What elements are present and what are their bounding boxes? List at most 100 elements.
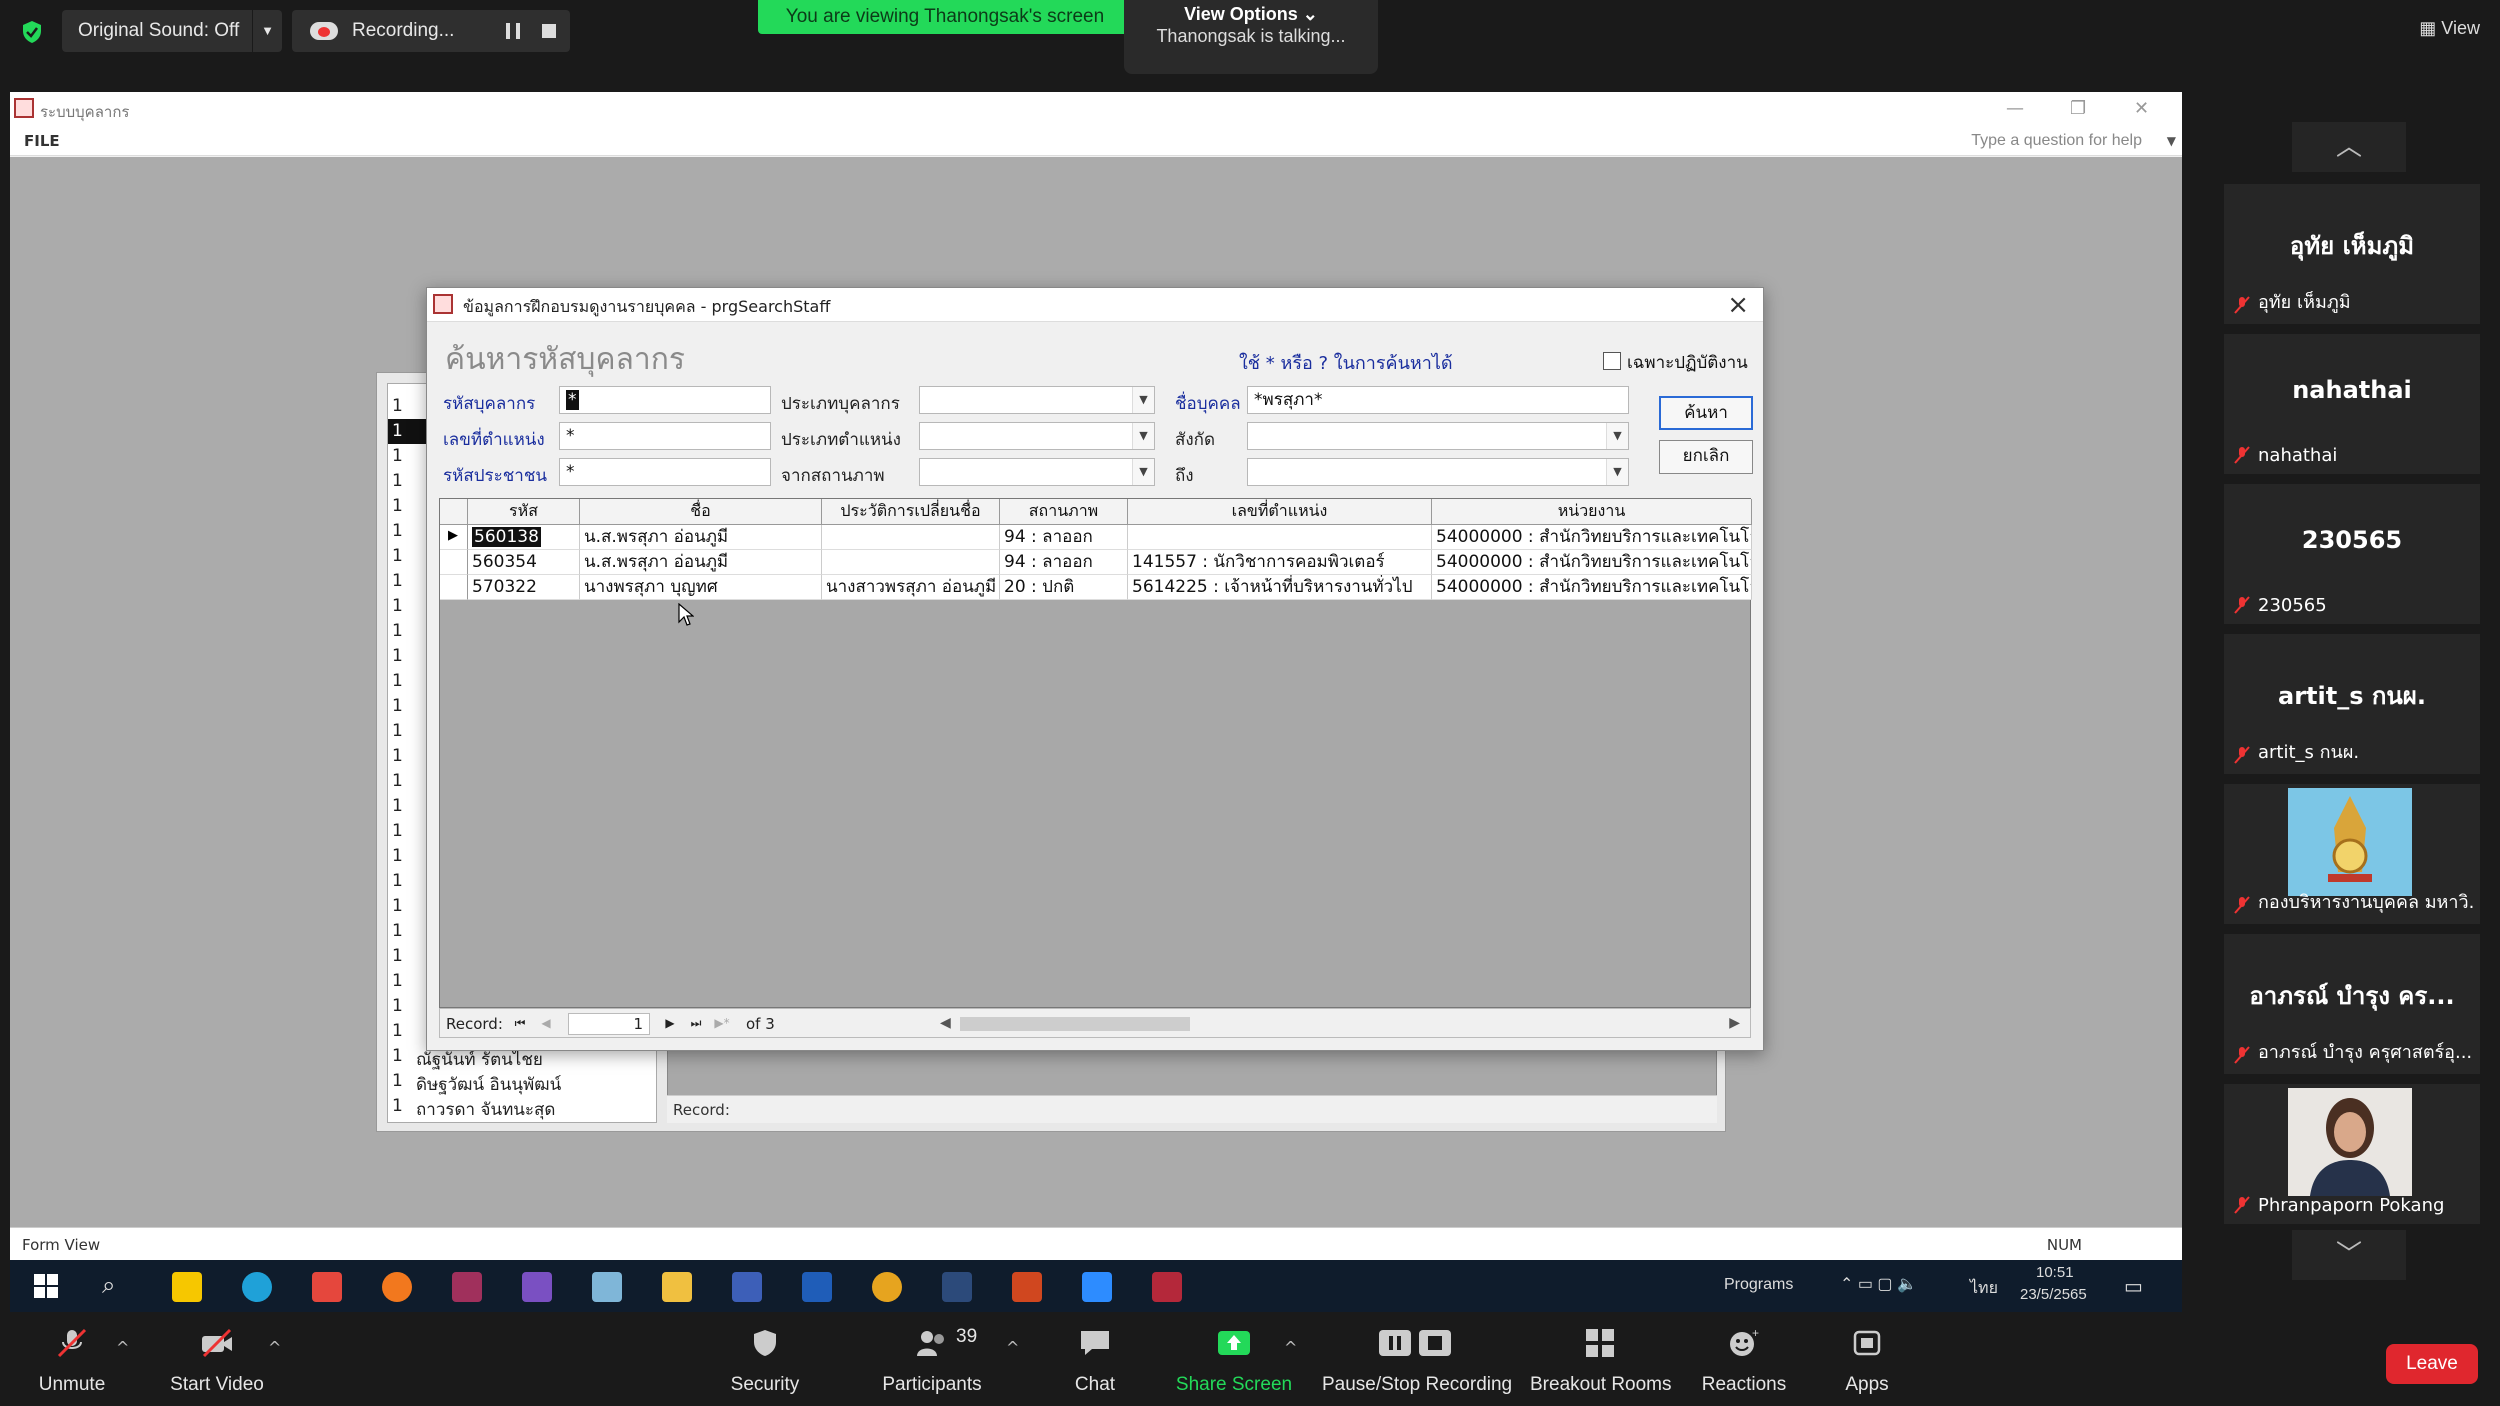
view-options-panel[interactable]: View Options ⌄ Thanongsak is talking... xyxy=(1124,0,1378,74)
background-record-navigator[interactable]: Record: xyxy=(667,1095,1717,1123)
notification-icon[interactable]: ▭ xyxy=(2124,1274,2143,1299)
position-no-input[interactable]: * xyxy=(559,422,771,450)
cancel-button[interactable]: ยกเลิก xyxy=(1659,440,1753,474)
participant-tile[interactable]: nahathai nahathai xyxy=(2224,334,2480,474)
chevron-up-icon[interactable]: ^ xyxy=(1006,1338,1019,1357)
column-header[interactable]: สถานภาพ xyxy=(1000,499,1128,525)
table-cell[interactable]: 94 : ลาออก xyxy=(1000,525,1128,550)
search-icon[interactable]: ⌕ xyxy=(102,1272,115,1300)
table-cell[interactable]: น.ส.พรสุภา อ่อนภูมี xyxy=(580,550,822,575)
person-name-input[interactable]: *พรสุภา* xyxy=(1247,386,1629,414)
firefox-icon[interactable] xyxy=(382,1272,412,1302)
chevron-right-icon[interactable]: ▶ xyxy=(1729,1015,1740,1031)
staff-code-input[interactable]: * xyxy=(559,386,771,414)
file-menu[interactable]: FILE xyxy=(24,132,60,150)
start-video-button[interactable]: Start Video xyxy=(160,1312,274,1406)
from-status-select[interactable]: ▼ xyxy=(919,458,1155,486)
reactions-button[interactable]: + Reactions xyxy=(1694,1312,1794,1406)
language-indicator[interactable]: ไทย xyxy=(1970,1276,1998,1301)
participants-button[interactable]: 39 Participants xyxy=(870,1312,994,1406)
participant-tile[interactable]: 230565 230565 xyxy=(2224,484,2480,624)
breakout-rooms-button[interactable]: Breakout Rooms xyxy=(1530,1312,1672,1406)
powerpoint-icon[interactable] xyxy=(1012,1272,1042,1302)
original-sound-toggle[interactable]: Original Sound: Off ▼ xyxy=(62,10,282,52)
view-options-button[interactable]: View Options ⌄ xyxy=(1124,4,1378,25)
table-cell[interactable]: 54000000 : สำนักวิทยบริการและเทคโนโลยี xyxy=(1432,525,1752,550)
unmute-button[interactable]: Unmute xyxy=(22,1312,122,1406)
app-icon[interactable] xyxy=(592,1272,622,1302)
chevron-down-icon[interactable]: ▼ xyxy=(2167,134,2176,148)
chevron-down-icon[interactable]: ▼ xyxy=(1606,459,1628,485)
table-cell[interactable]: น.ส.พรสุภา อ่อนภูมี xyxy=(580,525,822,550)
chevron-up-icon[interactable]: ^ xyxy=(268,1338,281,1357)
access-icon[interactable] xyxy=(1152,1272,1182,1302)
table-cell[interactable]: 560354 xyxy=(468,550,580,575)
table-cell[interactable]: 560138 xyxy=(468,525,580,550)
list-item[interactable]: 1 ถาวรดา จันทนะสุด xyxy=(388,1094,658,1120)
participant-tile[interactable]: อาภรณ์ บำรุง คร... อาภรณ์ บำรุง ครุศาสตร… xyxy=(2224,934,2480,1074)
tray-icons[interactable]: ⌃ ▭ ▢ 🔈 xyxy=(1840,1274,1917,1294)
windows-start-icon[interactable] xyxy=(34,1274,58,1298)
restore-icon[interactable]: ❐ xyxy=(2070,98,2086,119)
clock-date[interactable]: 23/5/2565 xyxy=(2020,1286,2087,1303)
share-screen-button[interactable]: Share Screen xyxy=(1170,1312,1298,1406)
help-search-input[interactable]: Type a question for help xyxy=(1971,132,2142,150)
visual-studio-icon[interactable] xyxy=(522,1272,552,1302)
sticky-notes-icon[interactable] xyxy=(172,1272,202,1302)
minimize-icon[interactable]: — xyxy=(2006,98,2024,119)
table-cell[interactable] xyxy=(822,525,1000,550)
clock-time[interactable]: 10:51 xyxy=(2036,1264,2074,1281)
chat-button[interactable]: Chat xyxy=(1060,1312,1130,1406)
chevron-down-icon[interactable]: ▼ xyxy=(1132,387,1154,413)
wps-app-icon[interactable] xyxy=(312,1272,342,1302)
close-icon[interactable]: ✕ xyxy=(2134,98,2149,119)
participant-tile[interactable]: Phranpaporn Pokang xyxy=(2224,1084,2480,1224)
table-cell[interactable]: นางพรสุภา บุญทศ xyxy=(580,575,822,600)
table-cell[interactable]: 54000000 : สำนักวิทยบริการและเทคโนโลยี xyxy=(1432,575,1752,600)
column-header[interactable]: รหัส xyxy=(468,499,580,525)
chevron-down-icon[interactable]: ▼ xyxy=(1132,459,1154,485)
to-status-select[interactable]: ▼ xyxy=(1247,458,1629,486)
stop-icon[interactable] xyxy=(542,24,556,38)
chrome-icon[interactable] xyxy=(872,1272,902,1302)
chevron-down-icon[interactable]: ▼ xyxy=(1132,423,1154,449)
row-selector[interactable] xyxy=(440,575,468,600)
new-record-icon[interactable]: ▶* xyxy=(712,1014,732,1032)
first-record-icon[interactable]: ⏮ xyxy=(510,1014,530,1032)
row-selector[interactable]: ▶ xyxy=(440,525,468,550)
citizen-id-input[interactable]: * xyxy=(559,458,771,486)
last-record-icon[interactable]: ⏭ xyxy=(686,1014,706,1032)
programs-toolbar[interactable]: Programs xyxy=(1724,1276,1793,1294)
view-button[interactable]: ▦ View xyxy=(2419,18,2480,39)
table-cell[interactable]: 20 : ปกติ xyxy=(1000,575,1128,600)
column-header[interactable]: ประวัติการเปลี่ยนชื่อ xyxy=(822,499,1000,525)
next-record-icon[interactable]: ▶ xyxy=(660,1014,680,1032)
only-active-checkbox[interactable] xyxy=(1603,352,1621,370)
remote-desktop-icon[interactable] xyxy=(732,1272,762,1302)
chevron-down-icon[interactable]: ▼ xyxy=(252,10,282,52)
zoom-icon[interactable] xyxy=(1082,1272,1112,1302)
leave-meeting-button[interactable]: Leave xyxy=(2386,1344,2478,1384)
apps-button[interactable]: Apps xyxy=(1832,1312,1902,1406)
participant-tile[interactable]: artit_s กนผ. artit_s กนผ. xyxy=(2224,634,2480,774)
security-button[interactable]: Security xyxy=(720,1312,810,1406)
table-cell[interactable]: นางสาวพรสุภา อ่อนภูมี xyxy=(822,575,1000,600)
word-icon[interactable] xyxy=(802,1272,832,1302)
chevron-down-icon[interactable]: ▼ xyxy=(1606,423,1628,449)
participant-tile[interactable]: กองบริหารงานบุคคล มหาวิ... xyxy=(2224,784,2480,924)
search-button[interactable]: ค้นหา xyxy=(1659,396,1753,430)
close-icon[interactable]: × xyxy=(1727,290,1749,320)
column-header[interactable]: ชื่อ xyxy=(580,499,822,525)
table-cell[interactable]: 54000000 : สำนักวิทยบริการและเทคโนโลยี xyxy=(1432,550,1752,575)
current-record-input[interactable]: 1 xyxy=(568,1013,650,1035)
edge-browser-icon[interactable] xyxy=(242,1272,272,1302)
position-type-select[interactable]: ▼ xyxy=(919,422,1155,450)
chevron-down-icon[interactable]: ﹀ xyxy=(2292,1230,2406,1280)
chevron-left-icon[interactable]: ◀ xyxy=(940,1015,951,1031)
list-item[interactable]: 1 ดิษฐวัฒน์ อินนุพัฒน์ xyxy=(388,1069,658,1095)
column-header[interactable]: เลขที่ตำแหน่ง xyxy=(1128,499,1432,525)
affiliation-select[interactable]: ▼ xyxy=(1247,422,1629,450)
table-cell[interactable]: 141557 : นักวิชาการคอมพิวเตอร์ xyxy=(1128,550,1432,575)
results-datasheet[interactable]: รหัส ชื่อ ประวัติการเปลี่ยนชื่อ สถานภาพ … xyxy=(439,498,1752,1008)
pause-icon[interactable] xyxy=(506,23,520,39)
